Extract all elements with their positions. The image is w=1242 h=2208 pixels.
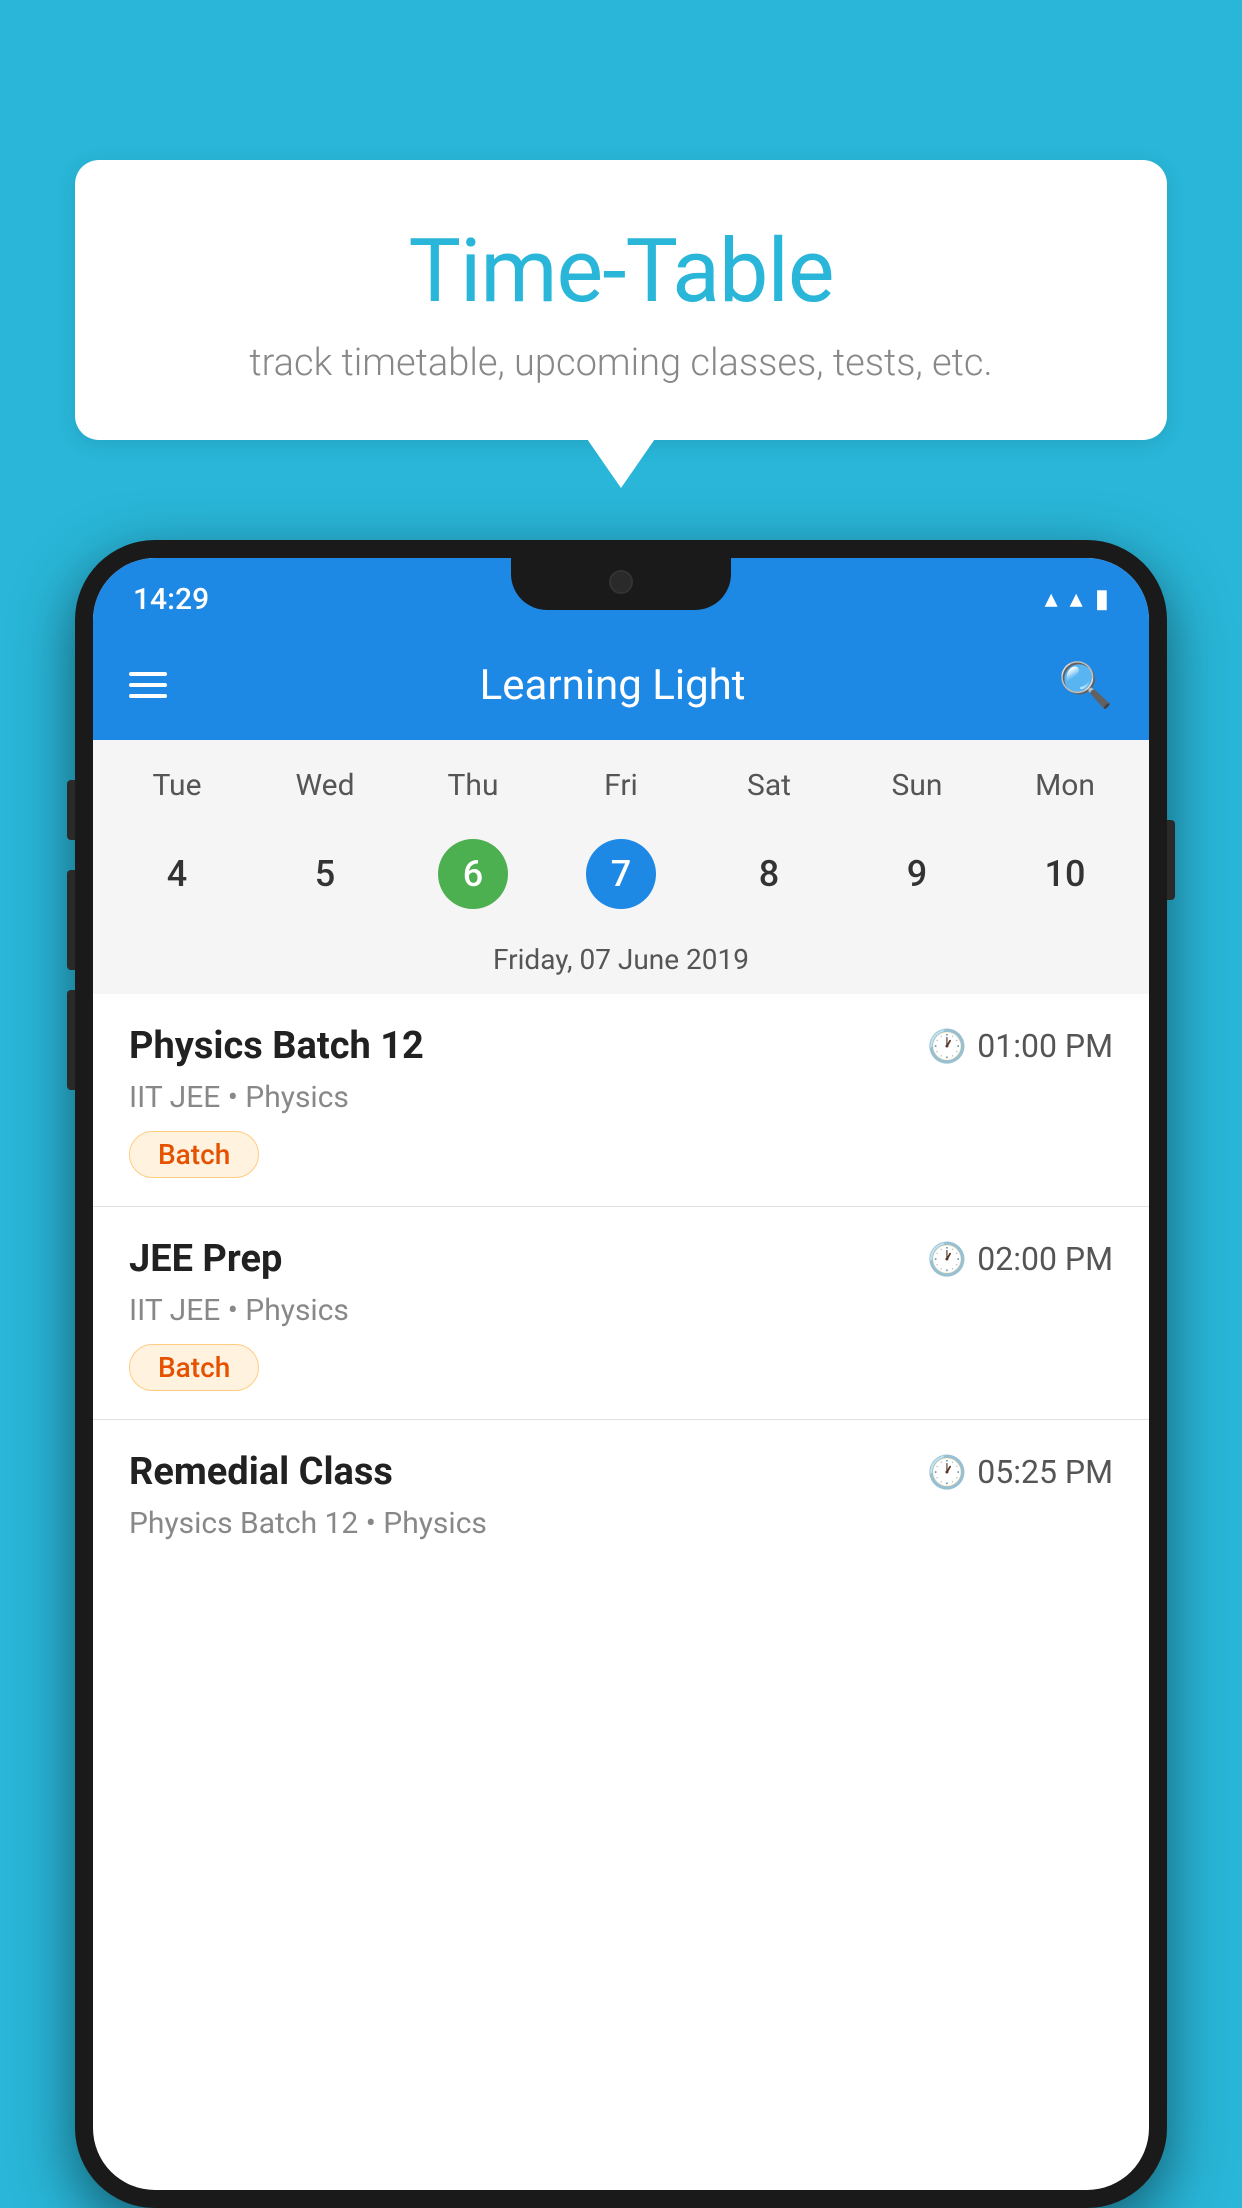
schedule-item-1-tag: Batch bbox=[129, 1131, 259, 1178]
schedule-item-1-subtitle: IIT JEE • Physics bbox=[129, 1080, 1113, 1115]
schedule-item-3-time-label: 05:25 PM bbox=[977, 1453, 1113, 1491]
day-sat: Sat bbox=[695, 760, 843, 811]
schedule-item-1-header: Physics Batch 12 🕐 01:00 PM bbox=[129, 1024, 1113, 1068]
volume-down-button bbox=[67, 870, 75, 970]
schedule-item-2[interactable]: JEE Prep 🕐 02:00 PM IIT JEE • Physics Ba… bbox=[93, 1207, 1149, 1420]
schedule-item-3-time: 🕐 05:25 PM bbox=[927, 1453, 1113, 1491]
schedule-item-1-title: Physics Batch 12 bbox=[129, 1024, 424, 1068]
dates-row: 4 5 6 7 8 9 bbox=[93, 821, 1149, 935]
day-tue: Tue bbox=[103, 760, 251, 811]
date-4[interactable]: 4 bbox=[103, 829, 251, 919]
bubble-subtitle: track timetable, upcoming classes, tests… bbox=[115, 341, 1127, 385]
status-time: 14:29 bbox=[133, 582, 209, 617]
signal-icon: ▴ bbox=[1070, 584, 1083, 614]
clock-icon-2: 🕐 bbox=[927, 1240, 967, 1278]
date-5[interactable]: 5 bbox=[251, 829, 399, 919]
day-fri: Fri bbox=[547, 760, 695, 811]
search-icon[interactable]: 🔍 bbox=[1058, 659, 1113, 711]
schedule-item-2-header: JEE Prep 🕐 02:00 PM bbox=[129, 1237, 1113, 1281]
hamburger-menu-icon[interactable] bbox=[129, 672, 167, 698]
power-button bbox=[1167, 820, 1175, 900]
schedule-item-2-time: 🕐 02:00 PM bbox=[927, 1240, 1113, 1278]
bubble-title: Time-Table bbox=[115, 220, 1127, 323]
schedule-item-2-tag: Batch bbox=[129, 1344, 259, 1391]
schedule-list: Physics Batch 12 🕐 01:00 PM IIT JEE • Ph… bbox=[93, 994, 1149, 1573]
schedule-item-1-time-label: 01:00 PM bbox=[977, 1027, 1113, 1065]
phone-camera bbox=[609, 570, 633, 594]
schedule-item-2-subtitle: IIT JEE • Physics bbox=[129, 1293, 1113, 1328]
date-6-today[interactable]: 6 bbox=[399, 829, 547, 919]
day-thu: Thu bbox=[399, 760, 547, 811]
app-bar: Learning Light 🔍 bbox=[93, 630, 1149, 740]
schedule-item-3-subtitle: Physics Batch 12 • Physics bbox=[129, 1506, 1113, 1541]
phone-notch bbox=[511, 558, 731, 610]
day-wed: Wed bbox=[251, 760, 399, 811]
schedule-item-3-header: Remedial Class 🕐 05:25 PM bbox=[129, 1450, 1113, 1494]
schedule-item-3-title: Remedial Class bbox=[129, 1450, 393, 1494]
calendar-section: Tue Wed Thu Fri Sat Sun Mon 4 5 bbox=[93, 740, 1149, 994]
wifi-icon: ▴ bbox=[1045, 584, 1058, 614]
date-8[interactable]: 8 bbox=[695, 829, 843, 919]
speech-bubble: Time-Table track timetable, upcoming cla… bbox=[75, 160, 1167, 440]
hamburger-line-2 bbox=[129, 683, 167, 687]
selected-date-label: Friday, 07 June 2019 bbox=[93, 935, 1149, 994]
clock-icon-1: 🕐 bbox=[927, 1027, 967, 1065]
day-mon: Mon bbox=[991, 760, 1139, 811]
phone-screen: 14:29 ▴ ▴ ▮ Learning Light 🔍 bbox=[93, 558, 1149, 2190]
date-7-selected[interactable]: 7 bbox=[547, 829, 695, 919]
phone-wrapper: 14:29 ▴ ▴ ▮ Learning Light 🔍 bbox=[75, 540, 1167, 2208]
day-sun: Sun bbox=[843, 760, 991, 811]
schedule-item-2-title: JEE Prep bbox=[129, 1237, 282, 1281]
schedule-item-1-time: 🕐 01:00 PM bbox=[927, 1027, 1113, 1065]
status-icons: ▴ ▴ ▮ bbox=[1045, 584, 1109, 614]
schedule-item-2-time-label: 02:00 PM bbox=[977, 1240, 1113, 1278]
speech-bubble-container: Time-Table track timetable, upcoming cla… bbox=[75, 160, 1167, 440]
days-header: Tue Wed Thu Fri Sat Sun Mon bbox=[93, 740, 1149, 821]
schedule-item-3[interactable]: Remedial Class 🕐 05:25 PM Physics Batch … bbox=[93, 1420, 1149, 1573]
battery-icon: ▮ bbox=[1095, 584, 1109, 614]
hamburger-line-3 bbox=[129, 694, 167, 698]
clock-icon-3: 🕐 bbox=[927, 1453, 967, 1491]
date-9[interactable]: 9 bbox=[843, 829, 991, 919]
schedule-item-1[interactable]: Physics Batch 12 🕐 01:00 PM IIT JEE • Ph… bbox=[93, 994, 1149, 1207]
phone-mockup: 14:29 ▴ ▴ ▮ Learning Light 🔍 bbox=[75, 540, 1167, 2208]
app-bar-title: Learning Light bbox=[199, 661, 1026, 710]
volume-up-button bbox=[67, 780, 75, 840]
hamburger-line-1 bbox=[129, 672, 167, 676]
silent-button bbox=[67, 990, 75, 1090]
date-10[interactable]: 10 bbox=[991, 829, 1139, 919]
